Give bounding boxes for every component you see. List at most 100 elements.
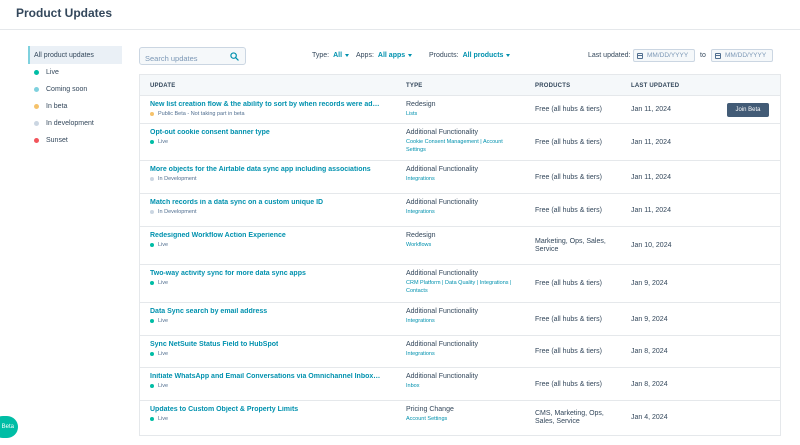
update-date: Jan 8, 2024 (631, 381, 668, 388)
last-updated-label: Last updated: (588, 52, 630, 59)
update-type-tags[interactable]: Inbox (406, 383, 518, 391)
sidebar-item-label: Live (46, 69, 59, 76)
status-dot-icon (150, 384, 154, 388)
chevron-down-icon (408, 54, 413, 57)
chevron-down-icon (345, 54, 350, 57)
status-text: Live (158, 280, 169, 286)
sidebar-item-label: In development (46, 120, 94, 127)
date-from-input[interactable]: MM/DD/YYYY (633, 49, 695, 62)
status-text: Live (158, 416, 169, 422)
column-header-products[interactable]: PRODUCTS (535, 83, 570, 89)
update-title-link[interactable]: Initiate WhatsApp and Email Conversation… (150, 373, 382, 380)
status-dot-icon (34, 104, 39, 109)
update-products: Free (all hubs & tiers) (535, 106, 602, 113)
update-products: Free (all hubs & tiers) (535, 316, 602, 323)
column-header-update[interactable]: UPDATE (150, 83, 175, 89)
type-filter-dropdown[interactable]: All (333, 52, 350, 59)
sidebar-item[interactable]: In beta (28, 98, 122, 115)
update-title-link[interactable]: Sync NetSuite Status Field to HubSpot (150, 341, 278, 348)
type-filter-label: Type: (312, 52, 330, 59)
products-filter-label: Products: (429, 52, 459, 59)
update-type-tags[interactable]: Integrations (406, 176, 518, 184)
update-date: Jan 8, 2024 (631, 348, 668, 355)
sidebar-item[interactable]: Live (28, 64, 122, 81)
products-filter-value: All products (462, 52, 504, 59)
update-type-tags[interactable]: Cookie Consent Management | Account Sett… (406, 139, 518, 154)
update-title-link[interactable]: Two-way activity sync for more data sync… (150, 270, 306, 277)
update-type: Additional Functionality (406, 166, 478, 173)
status-badge: Live (150, 318, 168, 324)
table-row: Redesigned Workflow Action Experience Liv… (140, 227, 780, 265)
status-dot-icon (34, 70, 39, 75)
status-text: Live (158, 242, 169, 248)
join-beta-button[interactable]: Join Beta (727, 103, 769, 117)
table-row: Initiate WhatsApp and Email Conversation… (140, 368, 780, 401)
update-date: Jan 9, 2024 (631, 280, 668, 287)
search-input[interactable] (140, 50, 226, 67)
apps-filter-dropdown[interactable]: All apps (378, 52, 413, 59)
column-header-type[interactable]: TYPE (406, 83, 422, 89)
sidebar-item[interactable]: All product updates (28, 46, 122, 64)
update-type: Additional Functionality (406, 373, 478, 380)
column-header-last-updated[interactable]: LAST UPDATED (631, 83, 679, 89)
update-title-link[interactable]: Opt-out cookie consent banner type (150, 129, 270, 136)
date-from-placeholder: MM/DD/YYYY (647, 52, 689, 59)
sidebar-item[interactable]: In development (28, 115, 122, 132)
update-type: Additional Functionality (406, 199, 478, 206)
table-row: More objects for the Airtable data sync … (140, 161, 780, 194)
update-title-link[interactable]: More objects for the Airtable data sync … (150, 166, 371, 173)
sidebar-item-label: Sunset (46, 137, 68, 144)
sidebar-item[interactable]: Sunset (28, 132, 122, 149)
calendar-icon (637, 52, 643, 59)
update-products: Free (all hubs & tiers) (535, 381, 602, 388)
update-products: Free (all hubs & tiers) (535, 280, 602, 287)
update-title-link[interactable]: Data Sync search by email address (150, 308, 267, 315)
status-dot-icon (34, 138, 39, 143)
status-dot-icon (150, 417, 154, 421)
beta-tab-label: Beta (1, 424, 14, 430)
update-type: Additional Functionality (406, 341, 478, 348)
products-filter-dropdown[interactable]: All products (463, 52, 511, 59)
update-products: Free (all hubs & tiers) (535, 207, 602, 214)
status-dot-icon (34, 121, 39, 126)
status-badge: Live (150, 351, 168, 357)
search-box[interactable] (139, 47, 246, 67)
status-dot-icon (150, 210, 154, 214)
update-date: Jan 11, 2024 (631, 139, 671, 146)
update-products: CMS, Marketing, Ops, Sales, Service (535, 410, 604, 425)
status-badge: Live (150, 242, 168, 248)
page-title: Product Updates (16, 6, 113, 20)
status-text: In Development (158, 209, 197, 215)
update-type-tags[interactable]: Workflows (406, 242, 518, 250)
beta-feedback-tab[interactable]: Beta (0, 416, 18, 438)
status-dot-icon (150, 177, 154, 181)
table-row: Data Sync search by email address Live Add… (140, 303, 780, 336)
update-type-tags[interactable]: CRM Platform | Data Quality | Integratio… (406, 280, 518, 295)
apps-filter-label: Apps: (356, 52, 374, 59)
update-title-link[interactable]: Redesigned Workflow Action Experience (150, 232, 286, 239)
update-title-link[interactable]: Updates to Custom Object & Property Limi… (150, 406, 298, 413)
update-title-link[interactable]: Match records in a data sync on a custom… (150, 199, 323, 206)
update-type-tags[interactable]: Integrations (406, 318, 518, 326)
update-date: Jan 11, 2024 (631, 207, 671, 214)
status-dot-icon (34, 87, 39, 92)
search-icon[interactable] (230, 52, 239, 61)
update-title-link[interactable]: New list creation flow & the ability to … (150, 101, 382, 108)
sidebar-item[interactable]: Coming soon (28, 81, 122, 98)
update-type-tags[interactable]: Account Settings (406, 416, 518, 424)
status-text: Live (158, 139, 169, 145)
status-badge: In Development (150, 209, 197, 215)
update-type: Additional Functionality (406, 308, 478, 315)
update-type: Additional Functionality (406, 129, 478, 136)
status-dot-icon (150, 319, 154, 323)
status-dot-icon (150, 281, 154, 285)
update-products: Free (all hubs & tiers) (535, 139, 602, 146)
table-row: Updates to Custom Object & Property Limi… (140, 401, 780, 435)
update-type-tags[interactable]: Integrations (406, 351, 518, 359)
updates-table: UPDATE TYPE PRODUCTS LAST UPDATED New li… (139, 74, 781, 436)
update-type-tags[interactable]: Lists (406, 111, 518, 119)
table-row: Match records in a data sync on a custom… (140, 194, 780, 227)
update-type-tags[interactable]: Integrations (406, 209, 518, 217)
date-to-input[interactable]: MM/DD/YYYY (711, 49, 773, 62)
update-date: Jan 4, 2024 (631, 414, 668, 421)
